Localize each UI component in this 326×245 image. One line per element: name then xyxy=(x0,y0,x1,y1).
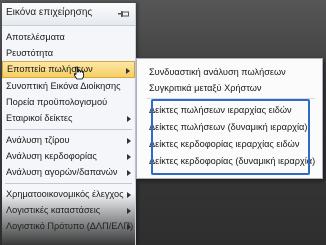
sidebar-item-label: Ανάλυση αγορών/δαπανών xyxy=(6,167,118,177)
sales-supervision-submenu: Συνδυαστική ανάλυση πωλήσεων Συγκριτικά … xyxy=(136,58,323,179)
divider xyxy=(5,183,132,184)
highlight-box xyxy=(151,99,310,175)
submenu-item-combined-sales-analysis[interactable]: Συνδυαστική ανάλυση πωλήσεων xyxy=(149,67,286,77)
hand-cursor-icon xyxy=(74,66,84,80)
chevron-right-icon xyxy=(127,224,131,230)
chevron-right-icon xyxy=(127,208,131,214)
sidebar-item-budget-course[interactable]: Πορεία προϋπολογισμού xyxy=(2,94,135,110)
sidebar-item-label: Αποτελέσματα xyxy=(6,32,65,42)
sidebar-item-liquidity[interactable]: Ρευστότητα xyxy=(2,45,135,61)
submenu-item-user-comparison[interactable]: Συγκριτικά μεταξύ Χρήστων xyxy=(149,83,261,93)
sidebar-item-label: Πορεία προϋπολογισμού xyxy=(6,97,108,107)
chevron-right-icon xyxy=(127,192,131,198)
sidebar-item-label: Εταιρικοί δείκτες xyxy=(6,113,73,123)
sidebar-item-accounting-standard[interactable]: Λογιστικό Πρότυπο (ΔΛΠ/ΕΛΠ) xyxy=(2,218,135,234)
divider xyxy=(5,129,132,130)
chevron-right-icon xyxy=(127,116,131,122)
sidebar-item-label: Λογιστικές καταστάσεις xyxy=(6,205,101,215)
sidebar-item-label: Ρευστότητα xyxy=(6,48,54,58)
chevron-right-icon xyxy=(127,170,131,176)
sidebar-header: Εικόνα επιχείρησης xyxy=(2,3,135,26)
sidebar-item-label: Ανάλυση τζίρου xyxy=(6,135,70,145)
sidebar-item-sales-supervision[interactable]: Εποπτεία πωλήσεων xyxy=(2,61,135,78)
sidebar-item-profitability-analysis[interactable]: Ανάλυση κερδοφορίας xyxy=(2,148,135,164)
sidebar-item-accounting-statements[interactable]: Λογιστικές καταστάσεις xyxy=(2,202,135,218)
sidebar-item-purchases-analysis[interactable]: Ανάλυση αγορών/δαπανών xyxy=(2,164,135,180)
sidebar-item-results[interactable]: Αποτελέσματα xyxy=(2,29,135,45)
sidebar-item-label: Λογιστικό Πρότυπο (ΔΛΠ/ΕΛΠ) xyxy=(6,221,134,231)
chevron-right-icon xyxy=(127,138,131,144)
sidebar-panel: Εικόνα επιχείρησης Αποτελέσματα Ρευστότη… xyxy=(2,3,136,245)
sidebar-item-label: Συνοπτική Εικόνα Διοίκησης xyxy=(6,81,121,91)
sidebar-item-corporate-indicators[interactable]: Εταιρικοί δείκτες xyxy=(2,110,135,126)
sidebar-item-label: Χρηματοοικονομικός έλεγχος xyxy=(6,189,124,199)
sidebar-item-financial-control[interactable]: Χρηματοοικονομικός έλεγχος xyxy=(2,186,135,202)
pin-icon[interactable] xyxy=(118,10,130,18)
sidebar-item-management-overview[interactable]: Συνοπτική Εικόνα Διοίκησης xyxy=(2,78,135,94)
sidebar-title: Εικόνα επιχείρησης xyxy=(6,7,93,18)
chevron-right-icon xyxy=(127,154,131,160)
chevron-right-icon xyxy=(126,68,130,74)
sidebar-item-label: Ανάλυση κερδοφορίας xyxy=(6,151,97,161)
sidebar-item-turnover-analysis[interactable]: Ανάλυση τζίρου xyxy=(2,132,135,148)
